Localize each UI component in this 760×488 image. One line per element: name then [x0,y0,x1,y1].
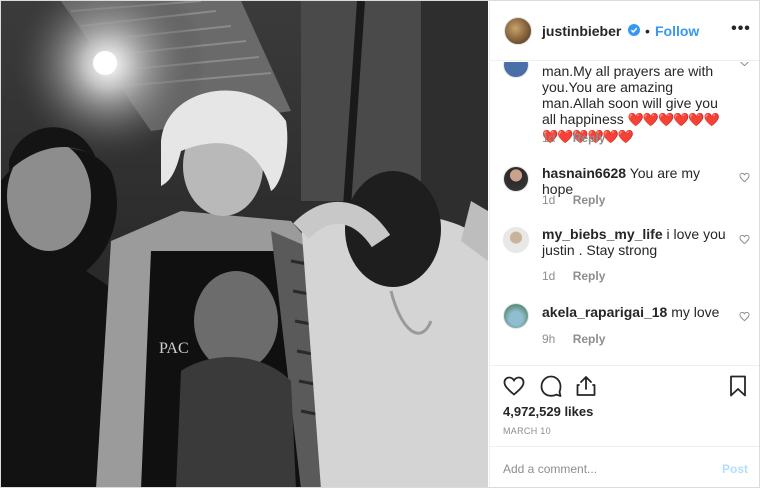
comment-username[interactable]: akela_raparigai_18 [542,304,667,320]
comment-username[interactable]: hasnain6628 [542,165,626,181]
reply-button[interactable]: Reply [573,269,606,283]
comment-time: 1d [542,131,556,145]
like-count[interactable]: 4,972,529 likes [503,404,593,419]
comment-text: my_biebs_my_life i love you justin . Sta… [542,226,726,258]
commenter-avatar[interactable] [503,303,529,329]
header-separator: • [645,23,650,39]
like-comment-heart-icon[interactable] [739,62,750,67]
like-comment-heart-icon[interactable] [739,311,750,322]
comment-time: 1d [542,193,556,207]
commenter-avatar[interactable] [503,227,529,253]
follow-button[interactable]: Follow [655,23,699,39]
comment-username[interactable]: my_biebs_my_life [542,226,663,242]
comment-input[interactable] [503,460,703,478]
reply-button[interactable]: Reply [573,193,606,207]
comment-time: 9h [542,332,556,346]
post-comment-button[interactable]: Post [722,462,748,476]
comments-list[interactable]: man.My all prayers are with you.You are … [490,62,759,365]
post-photo[interactable]: PAC [1,1,488,487]
instagram-post-modal: PAC justinbieber • Follow ••• man.My all… [0,0,760,488]
comment-time: 1d [542,269,556,283]
add-comment-bar: Post [490,446,759,487]
share-icon[interactable] [574,374,598,398]
reply-button[interactable]: Reply [573,131,606,145]
comment-meta: 1d Reply [542,193,605,207]
more-options-icon[interactable]: ••• [729,17,753,41]
heart-icon[interactable] [502,374,526,398]
comment-text: akela_raparigai_18 my love [542,304,720,320]
comment-meta: 1d Reply [542,131,605,145]
like-comment-heart-icon[interactable] [739,234,750,245]
post-sidebar: justinbieber • Follow ••• man.My all pra… [489,1,759,487]
bookmark-icon[interactable] [726,374,750,398]
commenter-avatar[interactable] [503,166,529,192]
author-username[interactable]: justinbieber [542,23,621,39]
like-comment-heart-icon[interactable] [739,172,750,183]
post-date[interactable]: MARCH 10 [503,426,551,436]
reply-button[interactable]: Reply [573,332,606,346]
commenter-avatar[interactable] [503,62,529,78]
post-header: justinbieber • Follow ••• [490,1,759,61]
comment-meta: 1d Reply [542,269,605,283]
comment-icon[interactable] [539,374,563,398]
post-actions: 4,972,529 likes MARCH 10 Post [490,365,759,487]
author-avatar[interactable] [504,17,532,45]
shirt-print-text: PAC [159,340,189,357]
comment-meta: 9h Reply [542,332,605,346]
black-and-white-photo: PAC [1,1,488,487]
verified-badge-icon [628,24,640,36]
